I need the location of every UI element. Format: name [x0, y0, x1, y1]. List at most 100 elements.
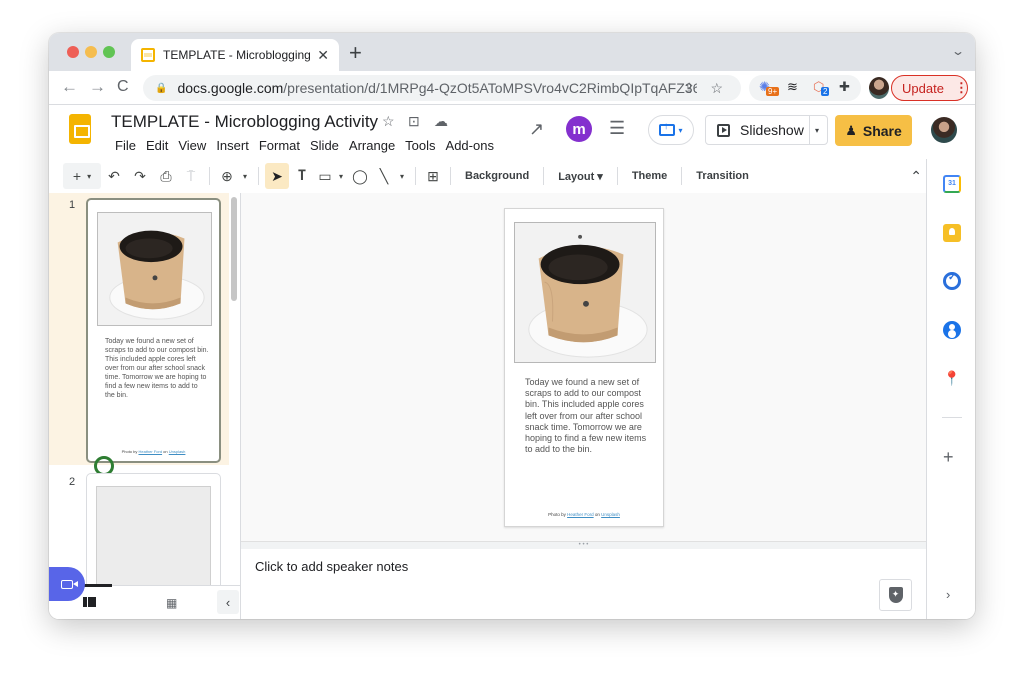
url-path: /presentation/d/1MRPg4-QzOt5AToMPSVro4vC… [283, 80, 697, 96]
google-keep-icon[interactable] [943, 224, 961, 242]
slideshow-options-dropdown[interactable]: ▾ [810, 126, 819, 135]
mote-extension-icon[interactable]: m [566, 116, 592, 142]
photographer-link[interactable]: Heather Ford [567, 512, 594, 517]
menu-arrange[interactable]: Arrange [344, 136, 400, 155]
hide-menus-chevron-icon[interactable]: ⌃ [910, 163, 922, 189]
document-title[interactable]: TEMPLATE - Microblogging Activity [111, 112, 378, 132]
extension-badge: 2 [821, 87, 829, 96]
photo-credit-caption[interactable]: Photo by Heather Ford on Unsplash [505, 512, 663, 517]
caption-mid: on [162, 449, 169, 454]
google-contacts-icon[interactable] [943, 321, 961, 339]
menu-add-ons[interactable]: Add-ons [441, 136, 499, 155]
extensions-puzzle-icon[interactable]: ✚ [839, 79, 850, 95]
theme-button[interactable]: Theme [624, 163, 675, 189]
browser-profile-avatar[interactable] [869, 77, 889, 99]
slides-logo-icon[interactable] [69, 114, 91, 144]
transition-button[interactable]: Transition [688, 163, 757, 189]
undo-button[interactable]: ↶ [101, 163, 127, 189]
share-page-icon[interactable]: ⇪ [683, 80, 695, 97]
thumbnail-body-text: Today we found a new set of scraps to ad… [105, 337, 209, 400]
line-tool-button[interactable]: ╲ [373, 163, 395, 189]
slide-thumbnail-1[interactable]: Today we found a new set of scraps to ad… [86, 198, 221, 463]
paint-format-button[interactable]: ⍑ [179, 163, 203, 189]
add-comment-button[interactable]: ⊞ [422, 163, 444, 189]
speaker-notes-panel[interactable]: Click to add speaker notes ✦ [241, 549, 926, 619]
bookmark-star-icon[interactable]: ☆ [710, 80, 723, 97]
print-button[interactable]: ⎙ [153, 163, 179, 189]
explore-assistant-button[interactable]: ✦ [879, 579, 912, 611]
extension-layers-icon[interactable]: ≋ [787, 79, 798, 95]
new-slide-button[interactable]: +▾ [63, 163, 101, 189]
menu-file[interactable]: File [110, 136, 141, 155]
zoom-button[interactable]: ⊕ [216, 163, 238, 189]
back-button[interactable]: ← [61, 77, 78, 97]
slideshow-button[interactable]: Slideshow [706, 116, 810, 144]
activity-dashboard-icon[interactable]: ↗ [529, 119, 544, 140]
slide-body-text[interactable]: Today we found a new set of scraps to ad… [525, 377, 653, 455]
thumbnail-caption: Photo by Heather Ford on Unsplash [88, 449, 219, 454]
notes-resize-handle[interactable]: • • • [241, 541, 926, 549]
unsplash-link[interactable]: Unsplash [601, 512, 620, 517]
filmstrip-scrollbar[interactable] [231, 197, 237, 301]
menu-format[interactable]: Format [254, 136, 305, 155]
filmstrip-active-view-indicator [84, 584, 112, 587]
lock-icon[interactable]: 🔒 [155, 83, 167, 94]
star-icon[interactable]: ☆ [382, 113, 395, 130]
grid-view-icon[interactable]: ▦ [166, 596, 176, 610]
update-button[interactable]: Update ⋮ [891, 75, 968, 101]
redo-button[interactable]: ↷ [127, 163, 153, 189]
get-add-ons-plus-icon[interactable]: + [943, 447, 954, 468]
caption-author: Heather Ford [138, 449, 162, 454]
toolbar-divider [209, 167, 210, 185]
comments-icon[interactable]: ☰ [609, 118, 625, 139]
meet-button[interactable] [49, 567, 85, 601]
account-avatar[interactable] [931, 117, 957, 143]
google-calendar-icon[interactable]: 31 [943, 175, 961, 193]
menu-tools[interactable]: Tools [400, 136, 440, 155]
zoom-caret-icon[interactable]: ▾ [238, 163, 252, 189]
tab-search-chevron-icon[interactable]: ⌄ [951, 44, 965, 58]
share-button[interactable]: ♟ Share [835, 115, 912, 146]
insert-image-button[interactable]: ▭ [315, 163, 335, 189]
new-tab-button[interactable]: + [349, 40, 362, 66]
show-side-panel-chevron-icon[interactable]: › [946, 587, 950, 602]
image-caret-icon[interactable]: ▾ [335, 163, 347, 189]
collapse-filmstrip-button[interactable]: ‹ [217, 590, 239, 614]
move-to-folder-icon[interactable]: ⊡ [408, 113, 420, 130]
slide-number: 2 [69, 476, 75, 488]
address-bar-row: ← → C 🔒 docs.google.com/presentation/d/1… [49, 71, 975, 105]
filmstrip-view-icon[interactable] [83, 597, 96, 607]
google-maps-icon[interactable]: 📍 [943, 369, 961, 387]
reload-button[interactable]: C [117, 78, 129, 96]
select-tool-button[interactable]: ➤ [265, 163, 289, 189]
caption-prefix: Photo by [548, 512, 567, 517]
slide-editor[interactable]: Today we found a new set of scraps to ad… [504, 208, 664, 527]
menu-edit[interactable]: Edit [141, 136, 173, 155]
menu-view[interactable]: View [173, 136, 211, 155]
minimize-window-button[interactable] [85, 46, 97, 58]
textbox-tool-button[interactable]: T [289, 163, 315, 189]
present-to-meeting-button[interactable]: ▾ [648, 115, 694, 145]
menu-insert[interactable]: Insert [211, 136, 254, 155]
layout-button[interactable]: Layout ▾ [550, 163, 611, 189]
background-button[interactable]: Background [457, 163, 537, 189]
browser-tab[interactable]: TEMPLATE - Microblogging Ac ✕ [131, 39, 339, 71]
forward-button[interactable]: → [89, 77, 106, 97]
slide-canvas: Today we found a new set of scraps to ad… [241, 193, 926, 541]
menu-slide[interactable]: Slide [305, 136, 344, 155]
present-caret-icon: ▾ [678, 126, 682, 135]
shape-tool-button[interactable]: ◯ [347, 163, 373, 189]
maximize-window-button[interactable] [103, 46, 115, 58]
slides-favicon-icon [141, 48, 155, 62]
side-panel-divider [942, 417, 962, 418]
url-text: docs.google.com/presentation/d/1MRPg4-Qz… [177, 80, 697, 96]
line-caret-icon[interactable]: ▾ [395, 163, 409, 189]
close-tab-icon[interactable]: ✕ [317, 47, 329, 64]
google-tasks-icon[interactable] [943, 272, 961, 290]
workspace-side-panel: 31 📍 + › [926, 159, 975, 619]
close-window-button[interactable] [67, 46, 79, 58]
cloud-status-icon[interactable]: ☁ [434, 113, 448, 130]
compost-bag-photo[interactable] [514, 222, 656, 363]
url-input[interactable]: 🔒 docs.google.com/presentation/d/1MRPg4-… [143, 75, 741, 101]
speaker-notes-placeholder[interactable]: Click to add speaker notes [255, 559, 408, 574]
